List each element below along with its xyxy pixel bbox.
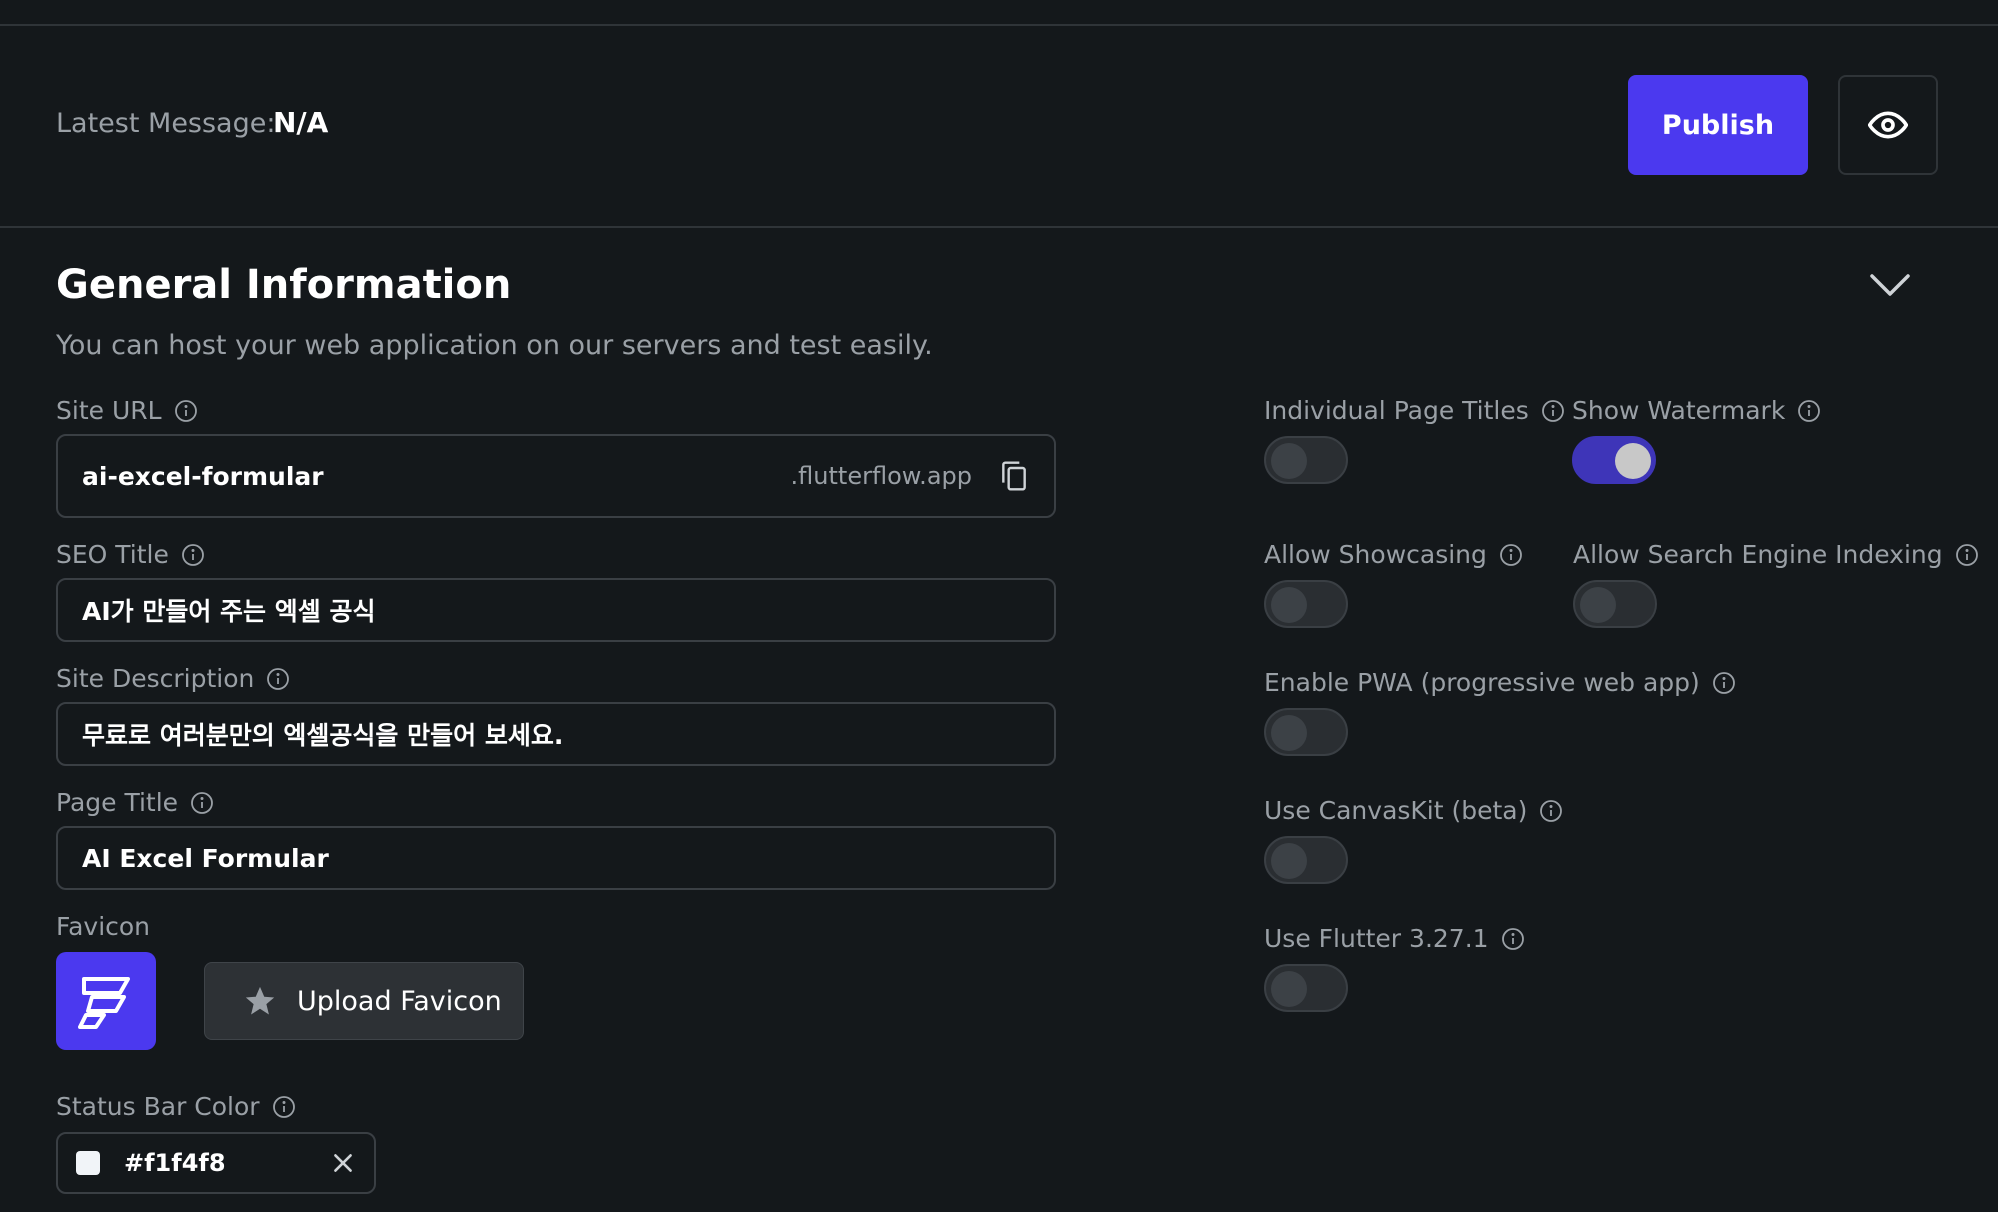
toggle-knob — [1615, 443, 1651, 479]
info-icon[interactable] — [1712, 671, 1736, 695]
section-subtitle: You can host your web application on our… — [56, 330, 933, 361]
site-url-input[interactable]: ai-excel-formular .flutterflow.app — [56, 434, 1056, 518]
allow-search-engine-indexing-label: Allow Search Engine Indexing — [1573, 540, 1979, 569]
site-description-label: Site Description — [56, 664, 290, 693]
individual-page-titles-label-text: Individual Page Titles — [1264, 396, 1529, 425]
site-description-input[interactable]: 무료로 여러분만의 엑셀공식을 만들어 보세요. — [56, 702, 1056, 766]
enable-pwa-label-text: Enable PWA (progressive web app) — [1264, 668, 1700, 697]
hosting-settings-page: Latest Message: N/A Publish General Info… — [0, 0, 1998, 1212]
upload-favicon-button[interactable]: Upload Favicon — [204, 962, 524, 1040]
allow-showcasing-label: Allow Showcasing — [1264, 540, 1523, 569]
copy-icon[interactable] — [998, 458, 1030, 494]
toggle-knob — [1271, 715, 1307, 751]
flutterflow-logo-icon — [78, 977, 130, 1029]
seo-title-label-text: SEO Title — [56, 540, 169, 569]
allow-showcasing-toggle[interactable] — [1264, 580, 1348, 628]
use-flutter-toggle[interactable] — [1264, 964, 1348, 1012]
info-icon[interactable] — [1955, 543, 1979, 567]
enable-pwa-toggle[interactable] — [1264, 708, 1348, 756]
site-description-label-text: Site Description — [56, 664, 255, 693]
toggle-knob — [1271, 843, 1307, 879]
use-canvaskit-label: Use CanvasKit (beta) — [1264, 796, 1563, 825]
info-icon[interactable] — [1797, 399, 1821, 423]
chevron-down-icon[interactable] — [1866, 268, 1914, 304]
status-bar-color-label-text: Status Bar Color — [56, 1092, 260, 1121]
color-swatch[interactable] — [76, 1151, 100, 1175]
use-flutter-label: Use Flutter 3.27.1 — [1264, 924, 1525, 953]
eye-icon — [1868, 111, 1908, 139]
allow-search-engine-indexing-toggle[interactable] — [1573, 580, 1657, 628]
use-flutter-label-text: Use Flutter 3.27.1 — [1264, 924, 1489, 953]
individual-page-titles-label: Individual Page Titles — [1264, 396, 1565, 425]
header-divider — [0, 226, 1998, 228]
site-description-value: 무료로 여러분만의 엑셀공식을 만들어 보세요. — [82, 721, 564, 750]
favicon-preview — [56, 952, 156, 1050]
show-watermark-label-text: Show Watermark — [1572, 396, 1786, 425]
use-canvaskit-toggle[interactable] — [1264, 836, 1348, 884]
section-title: General Information — [56, 262, 512, 308]
toggle-knob — [1271, 443, 1307, 479]
info-icon[interactable] — [1541, 399, 1565, 423]
favicon-label-text: Favicon — [56, 912, 151, 941]
page-title-label: Page Title — [56, 788, 214, 817]
enable-pwa-label: Enable PWA (progressive web app) — [1264, 668, 1736, 697]
status-bar-color-label: Status Bar Color — [56, 1092, 296, 1121]
info-icon[interactable] — [181, 543, 205, 567]
info-icon[interactable] — [190, 791, 214, 815]
site-url-label: Site URL — [56, 396, 198, 425]
seo-title-input[interactable]: AI가 만들어 주는 엑셀 공식 — [56, 578, 1056, 642]
latest-message-label: Latest Message: — [56, 108, 276, 139]
info-icon[interactable] — [174, 399, 198, 423]
info-icon[interactable] — [1539, 799, 1563, 823]
site-url-suffix: .flutterflow.app — [790, 462, 972, 490]
status-bar-color-input[interactable]: #f1f4f8 — [56, 1132, 376, 1194]
upload-favicon-label: Upload Favicon — [297, 985, 502, 1017]
page-title-label-text: Page Title — [56, 788, 179, 817]
site-url-value: ai-excel-formular — [82, 461, 324, 491]
allow-search-engine-indexing-label-text: Allow Search Engine Indexing — [1573, 540, 1943, 569]
show-watermark-toggle[interactable] — [1572, 436, 1656, 484]
preview-button[interactable] — [1838, 75, 1938, 175]
page-title-value: AI Excel Formular — [82, 843, 329, 873]
info-icon[interactable] — [1501, 927, 1525, 951]
publish-button[interactable]: Publish — [1628, 75, 1808, 175]
allow-showcasing-label-text: Allow Showcasing — [1264, 540, 1487, 569]
toggle-knob — [1580, 587, 1616, 623]
close-icon[interactable] — [330, 1150, 356, 1176]
seo-title-label: SEO Title — [56, 540, 205, 569]
page-title-input[interactable]: AI Excel Formular — [56, 826, 1056, 890]
info-icon[interactable] — [1499, 543, 1523, 567]
status-bar-color-value: #f1f4f8 — [124, 1149, 226, 1177]
seo-title-value: AI가 만들어 주는 엑셀 공식 — [82, 597, 376, 626]
toggle-knob — [1271, 971, 1307, 1007]
individual-page-titles-toggle[interactable] — [1264, 436, 1348, 484]
site-url-label-text: Site URL — [56, 396, 162, 425]
favicon-label: Favicon — [56, 912, 150, 941]
star-icon — [245, 986, 275, 1015]
latest-message-value: N/A — [273, 106, 329, 139]
toggle-knob — [1271, 587, 1307, 623]
show-watermark-label: Show Watermark — [1572, 396, 1821, 425]
info-icon[interactable] — [272, 1095, 296, 1119]
use-canvaskit-label-text: Use CanvasKit (beta) — [1264, 796, 1528, 825]
info-icon[interactable] — [266, 667, 290, 691]
